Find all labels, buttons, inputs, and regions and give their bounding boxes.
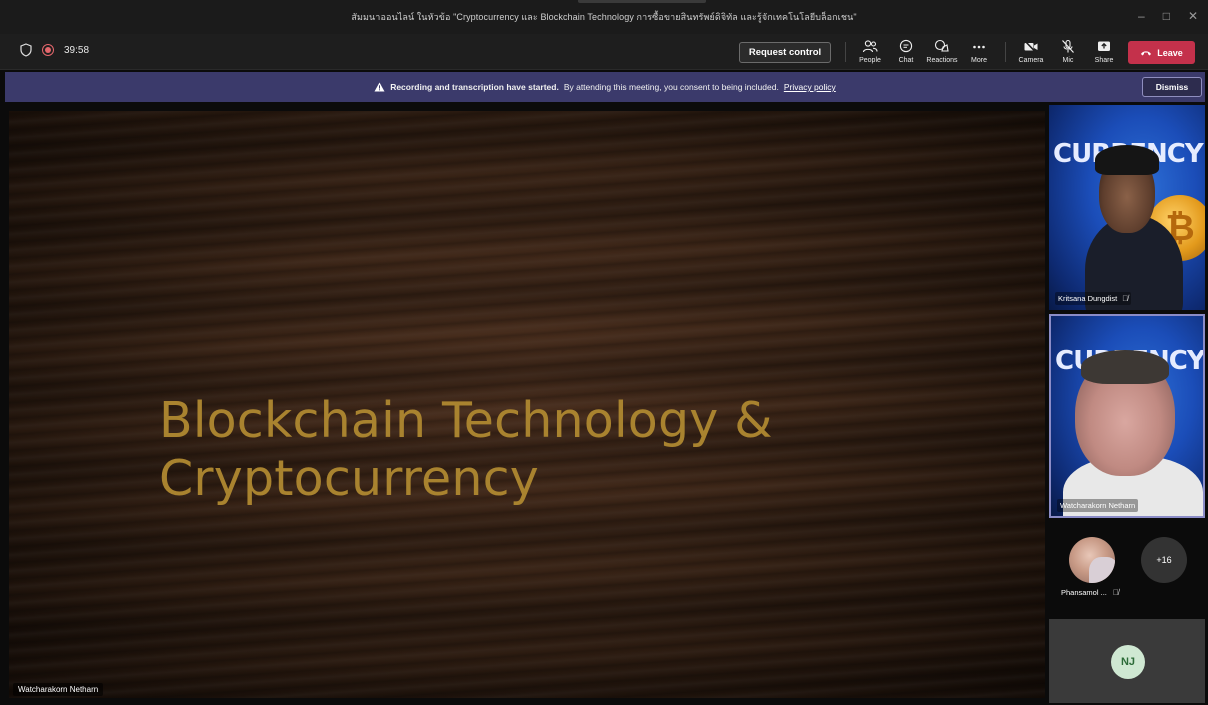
close-button[interactable]: ✕ xyxy=(1188,9,1198,23)
share-icon xyxy=(1098,41,1110,51)
share-button[interactable]: Share xyxy=(1086,39,1122,64)
request-control-button[interactable]: Request control xyxy=(739,42,831,63)
mic-button[interactable]: Mic xyxy=(1050,39,1086,64)
participant-video-tile[interactable]: CURRENCY ₿ Kritsana Dungdist 🎙̸ xyxy=(1049,105,1205,310)
avatar: NJ xyxy=(1111,645,1145,679)
mic-off-icon: 🎙̸ xyxy=(1112,588,1119,597)
meeting-status: 39:58 xyxy=(20,43,89,57)
participant-hair xyxy=(1095,145,1159,175)
chat-icon xyxy=(899,39,913,53)
participant-tile[interactable]: NJ xyxy=(1049,619,1205,703)
window-title: สัมมนาออนไลน์ ในหัวข้อ "Cryptocurrency แ… xyxy=(351,12,857,22)
title-bar: สัมมนาออนไลน์ ในหัวข้อ "Cryptocurrency แ… xyxy=(0,0,1208,34)
chat-button[interactable]: Chat xyxy=(888,39,924,64)
drag-handle[interactable] xyxy=(578,0,706,3)
roster-name-tag: Phansamol ... 🎙̸ xyxy=(1061,588,1119,597)
mic-label: Mic xyxy=(1062,57,1074,64)
banner-bold-text: Recording and transcription have started… xyxy=(390,82,559,92)
shared-screen: Blockchain Technology & Cryptocurrency W… xyxy=(9,111,1045,698)
camera-button[interactable]: Camera xyxy=(1013,39,1049,64)
reactions-button[interactable]: Reactions xyxy=(924,39,960,64)
participant-name: Phansamol ... xyxy=(1061,588,1107,597)
participant-name: Kritsana Dungdist xyxy=(1058,294,1118,303)
active-speaker-tile[interactable]: CURRENCY Watcharakorn Netharn xyxy=(1049,314,1205,518)
participant-roster: +16 Phansamol ... 🎙̸ xyxy=(1049,522,1205,614)
participant-name: Watcharakorn Netharn xyxy=(1060,501,1136,510)
maximize-button[interactable]: □ xyxy=(1163,9,1170,23)
more-icon xyxy=(973,45,985,49)
warning-icon xyxy=(374,82,385,92)
more-button[interactable]: More xyxy=(961,39,997,64)
camera-off-icon xyxy=(1024,40,1038,54)
participant-hair xyxy=(1081,350,1169,384)
presenter-name: Watcharakorn Netharn xyxy=(13,683,104,696)
avatar[interactable] xyxy=(1069,537,1115,583)
mic-off-icon xyxy=(1062,39,1074,53)
toolbar-divider xyxy=(845,42,846,62)
banner-text: By attending this meeting, you consent t… xyxy=(563,82,779,92)
meeting-timer: 39:58 xyxy=(64,44,90,56)
camera-label: Camera xyxy=(1018,57,1044,64)
slide-title: Blockchain Technology & Cryptocurrency xyxy=(159,392,773,507)
shield-icon[interactable] xyxy=(20,43,32,57)
banner-message: Recording and transcription have started… xyxy=(5,72,1205,102)
reactions-label: Reactions xyxy=(926,57,958,64)
reactions-icon xyxy=(934,39,949,52)
mic-off-icon: 🎙̸ xyxy=(1122,294,1129,303)
phone-hangup-icon xyxy=(1141,50,1152,55)
more-participants-button[interactable]: +16 xyxy=(1141,537,1187,583)
participant-name-tag: Kritsana Dungdist 🎙̸ xyxy=(1055,292,1132,305)
meeting-toolbar: 39:58 Request control People Chat Reacti… xyxy=(0,34,1208,70)
share-label: Share xyxy=(1094,57,1114,64)
privacy-policy-link[interactable]: Privacy policy xyxy=(784,82,836,92)
chat-label: Chat xyxy=(898,57,914,64)
toolbar-divider xyxy=(1005,42,1006,62)
recording-banner: Recording and transcription have started… xyxy=(5,72,1205,102)
people-button[interactable]: People xyxy=(852,39,888,64)
people-icon xyxy=(862,40,878,53)
minimize-button[interactable]: – xyxy=(1138,9,1145,23)
leave-button[interactable]: Leave xyxy=(1128,41,1195,64)
window-controls: – □ ✕ xyxy=(1138,9,1198,23)
dismiss-button[interactable]: Dismiss xyxy=(1142,77,1202,97)
more-label: More xyxy=(971,57,987,64)
recording-icon xyxy=(42,44,54,56)
leave-label: Leave xyxy=(1157,47,1183,58)
participant-name-tag: Watcharakorn Netharn xyxy=(1057,499,1139,512)
people-label: People xyxy=(859,57,881,64)
